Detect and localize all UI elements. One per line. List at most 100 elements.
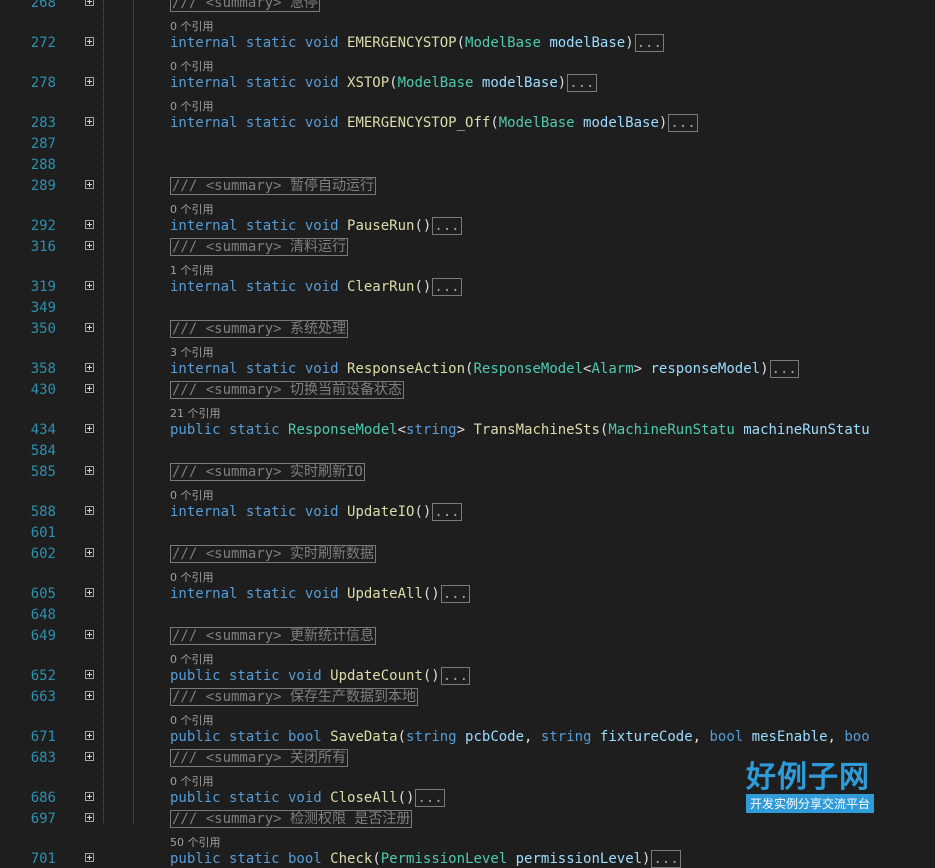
code-text[interactable]: /// <summary> 清料运行 — [170, 238, 349, 256]
code-line[interactable]: 652 public static void UpdateCount()... — [0, 667, 935, 685]
references-codelens[interactable]: 50 个引用 — [170, 837, 221, 849]
code-line[interactable]: 663 /// <summary> 保存生产数据到本地 — [0, 688, 935, 706]
code-text[interactable]: internal static void EMERGENCYSTOP_Off(M… — [170, 114, 698, 132]
expand-region-icon[interactable] — [85, 506, 94, 515]
code-line[interactable]: 283 internal static void EMERGENCYSTOP_Of… — [0, 114, 935, 132]
code-line[interactable]: 584 — [0, 442, 935, 460]
references-codelens[interactable]: 0 个引用 — [170, 21, 214, 33]
collapsed-summary-comment[interactable]: /// <summary> 急停 — [170, 0, 321, 12]
collapsed-summary-comment[interactable]: /// <summary> 检测权限 是否注册 — [170, 810, 413, 828]
code-text[interactable]: /// <summary> 实时刷新IO — [170, 463, 365, 481]
code-line[interactable]: 601 — [0, 524, 935, 542]
code-line[interactable]: 268 /// <summary> 急停 — [0, 0, 935, 12]
code-line[interactable]: 585 /// <summary> 实时刷新IO — [0, 463, 935, 481]
code-text[interactable]: internal static void XSTOP(ModelBase mod… — [170, 74, 597, 92]
code-line[interactable]: 701 public static bool Check(PermissionLe… — [0, 850, 935, 868]
expand-region-icon[interactable] — [85, 792, 94, 801]
collapsed-summary-comment[interactable]: /// <summary> 更新统计信息 — [170, 627, 377, 645]
collapsed-summary-comment[interactable]: /// <summary> 系统处理 — [170, 320, 349, 338]
code-line[interactable]: 289 /// <summary> 暂停自动运行 — [0, 177, 935, 195]
code-line[interactable]: 319 internal static void ClearRun()... — [0, 278, 935, 296]
collapsed-region-marker[interactable]: ... — [651, 850, 681, 868]
references-codelens[interactable]: 0 个引用 — [170, 776, 214, 788]
code-text[interactable]: internal static void ResponseAction(Resp… — [170, 360, 799, 378]
collapsed-region-marker[interactable]: ... — [432, 278, 462, 296]
code-line[interactable]: 648 — [0, 606, 935, 624]
code-line[interactable]: 272 internal static void EMERGENCYSTOP(Mo… — [0, 34, 935, 52]
collapsed-summary-comment[interactable]: /// <summary> 切换当前设备状态 — [170, 381, 405, 399]
collapsed-summary-comment[interactable]: /// <summary> 实时刷新数据 — [170, 545, 377, 563]
code-line[interactable]: 316 /// <summary> 清料运行 — [0, 238, 935, 256]
code-line[interactable]: 671 public static bool SaveData(string pc… — [0, 728, 935, 746]
references-codelens[interactable]: 0 个引用 — [170, 572, 214, 584]
collapsed-region-marker[interactable]: ... — [634, 34, 664, 52]
code-line[interactable]: 292 internal static void PauseRun()... — [0, 217, 935, 235]
code-line[interactable]: 349 — [0, 299, 935, 317]
expand-region-icon[interactable] — [85, 363, 94, 372]
code-line[interactable]: 649 /// <summary> 更新统计信息 — [0, 627, 935, 645]
code-text[interactable]: internal static void EMERGENCYSTOP(Model… — [170, 34, 664, 52]
code-line[interactable]: 358 internal static void ResponseAction(R… — [0, 360, 935, 378]
code-text[interactable]: /// <summary> 保存生产数据到本地 — [170, 688, 419, 706]
collapsed-region-marker[interactable]: ... — [440, 667, 471, 685]
collapsed-region-marker[interactable]: ... — [415, 789, 445, 807]
references-codelens[interactable]: 1 个引用 — [170, 265, 214, 277]
code-text[interactable]: public static void CloseAll()... — [170, 789, 445, 807]
code-text[interactable]: /// <summary> 更新统计信息 — [170, 627, 377, 645]
code-line[interactable]: 602 /// <summary> 实时刷新数据 — [0, 545, 935, 563]
expand-region-icon[interactable] — [85, 77, 94, 86]
code-text[interactable]: internal static void ClearRun()... — [170, 278, 462, 296]
expand-region-icon[interactable] — [85, 281, 94, 290]
collapsed-summary-comment[interactable]: /// <summary> 清料运行 — [170, 238, 349, 256]
collapsed-region-marker[interactable]: ... — [440, 585, 471, 603]
references-codelens[interactable]: 0 个引用 — [170, 204, 214, 216]
expand-region-icon[interactable] — [85, 0, 94, 6]
expand-region-icon[interactable] — [85, 630, 94, 639]
expand-region-icon[interactable] — [85, 323, 94, 332]
expand-region-icon[interactable] — [85, 853, 94, 862]
code-text[interactable]: /// <summary> 暂停自动运行 — [170, 177, 377, 195]
code-line[interactable]: 434 public static ResponseModel<string> T… — [0, 421, 935, 439]
expand-region-icon[interactable] — [85, 241, 94, 250]
code-line[interactable]: 278 internal static void XSTOP(ModelBase … — [0, 74, 935, 92]
code-text[interactable]: /// <summary> 系统处理 — [170, 320, 349, 338]
collapsed-summary-comment[interactable]: /// <summary> 暂停自动运行 — [170, 177, 377, 195]
code-text[interactable]: internal static void UpdateAll()... — [170, 585, 471, 603]
references-codelens[interactable]: 3 个引用 — [170, 347, 214, 359]
code-line[interactable]: 588 internal static void UpdateIO()... — [0, 503, 935, 521]
expand-region-icon[interactable] — [85, 691, 94, 700]
expand-region-icon[interactable] — [85, 384, 94, 393]
expand-region-icon[interactable] — [85, 670, 94, 679]
expand-region-icon[interactable] — [85, 548, 94, 557]
references-codelens[interactable]: 0 个引用 — [170, 61, 214, 73]
code-text[interactable]: /// <summary> 急停 — [170, 0, 321, 12]
references-codelens[interactable]: 0 个引用 — [170, 490, 214, 502]
code-editor[interactable]: 268 /// <summary> 急停 272 internal static vo… — [0, 0, 935, 868]
code-line[interactable]: 430 /// <summary> 切换当前设备状态 — [0, 381, 935, 399]
code-text[interactable]: /// <summary> 切换当前设备状态 — [170, 381, 405, 399]
code-line[interactable]: 350 /// <summary> 系统处理 — [0, 320, 935, 338]
collapsed-summary-comment[interactable]: /// <summary> 关闭所有 — [170, 749, 349, 767]
expand-region-icon[interactable] — [85, 424, 94, 433]
expand-region-icon[interactable] — [85, 220, 94, 229]
expand-region-icon[interactable] — [85, 37, 94, 46]
references-codelens[interactable]: 0 个引用 — [170, 654, 214, 666]
collapsed-region-marker[interactable]: ... — [432, 217, 462, 235]
expand-region-icon[interactable] — [85, 466, 94, 475]
code-text[interactable]: internal static void UpdateIO()... — [170, 503, 462, 521]
code-text[interactable]: public static void UpdateCount()... — [170, 667, 471, 685]
expand-region-icon[interactable] — [85, 731, 94, 740]
code-text[interactable]: internal static void PauseRun()... — [170, 217, 462, 235]
expand-region-icon[interactable] — [85, 180, 94, 189]
code-text[interactable]: public static ResponseModel<string> Tran… — [170, 421, 870, 439]
code-text[interactable]: /// <summary> 检测权限 是否注册 — [170, 810, 413, 828]
collapsed-region-marker[interactable]: ... — [432, 503, 462, 521]
references-codelens[interactable]: 0 个引用 — [170, 101, 214, 113]
code-line[interactable]: 288 — [0, 156, 935, 174]
expand-region-icon[interactable] — [85, 813, 94, 822]
collapsed-region-marker[interactable]: ... — [567, 74, 597, 92]
collapsed-region-marker[interactable]: ... — [769, 360, 799, 378]
expand-region-icon[interactable] — [85, 588, 94, 597]
collapsed-region-marker[interactable]: ... — [668, 114, 698, 132]
references-codelens[interactable]: 0 个引用 — [170, 715, 214, 727]
